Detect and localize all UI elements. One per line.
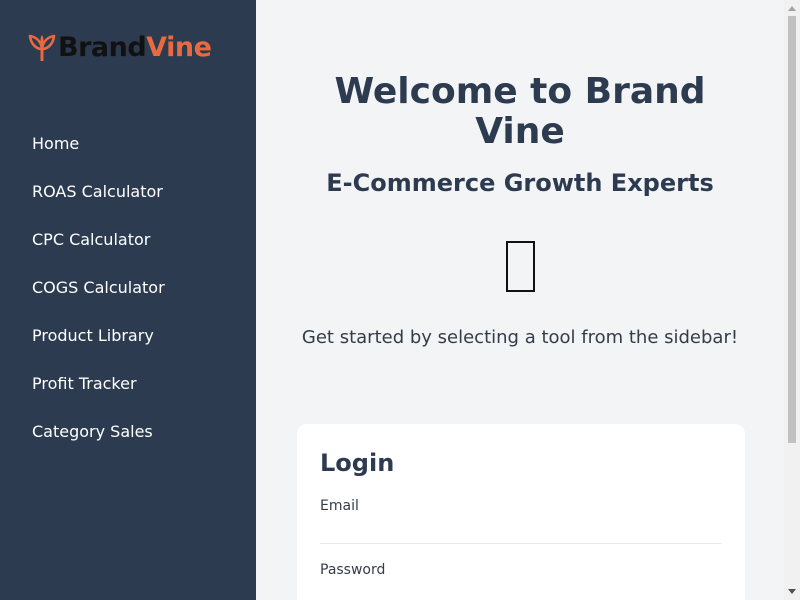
sidebar-item-home[interactable]: Home [0, 120, 256, 168]
sidebar-item-product-library[interactable]: Product Library [0, 312, 256, 360]
sidebar-item-category-sales[interactable]: Category Sales [0, 408, 256, 456]
scroll-down-icon[interactable] [788, 589, 796, 594]
password-label: Password [320, 562, 386, 578]
brand-name-part1: Brand [58, 31, 147, 63]
page-subtitle: E-Commerce Growth Experts [326, 169, 714, 197]
sidebar: BrandVine Home ROAS Calculator CPC Calcu… [0, 0, 256, 600]
email-field[interactable] [320, 518, 722, 544]
brand-name: BrandVine [58, 31, 212, 63]
scroll-up-icon[interactable] [788, 6, 796, 11]
login-card: Login Email Password [297, 424, 745, 600]
main-content: Welcome to Brand Vine E-Commerce Growth … [256, 0, 784, 600]
sidebar-item-cpc-calculator[interactable]: CPC Calculator [0, 216, 256, 264]
leaf-logo-icon [28, 34, 56, 61]
login-title: Login [320, 449, 395, 477]
sidebar-item-profit-tracker[interactable]: Profit Tracker [0, 360, 256, 408]
sidebar-nav: Home ROAS Calculator CPC Calculator COGS… [0, 120, 256, 456]
sidebar-item-cogs-calculator[interactable]: COGS Calculator [0, 264, 256, 312]
missing-glyph-icon [506, 241, 535, 292]
sidebar-item-roas-calculator[interactable]: ROAS Calculator [0, 168, 256, 216]
brand-name-part2: Vine [146, 31, 212, 63]
page-scrollbar[interactable] [784, 0, 800, 600]
email-label: Email [320, 498, 359, 514]
password-field[interactable] [320, 582, 722, 600]
tagline: Get started by selecting a tool from the… [301, 327, 739, 348]
brand-logo[interactable]: BrandVine [28, 30, 212, 64]
page-title: Welcome to Brand Vine [334, 71, 706, 152]
scrollbar-thumb[interactable] [788, 16, 796, 443]
